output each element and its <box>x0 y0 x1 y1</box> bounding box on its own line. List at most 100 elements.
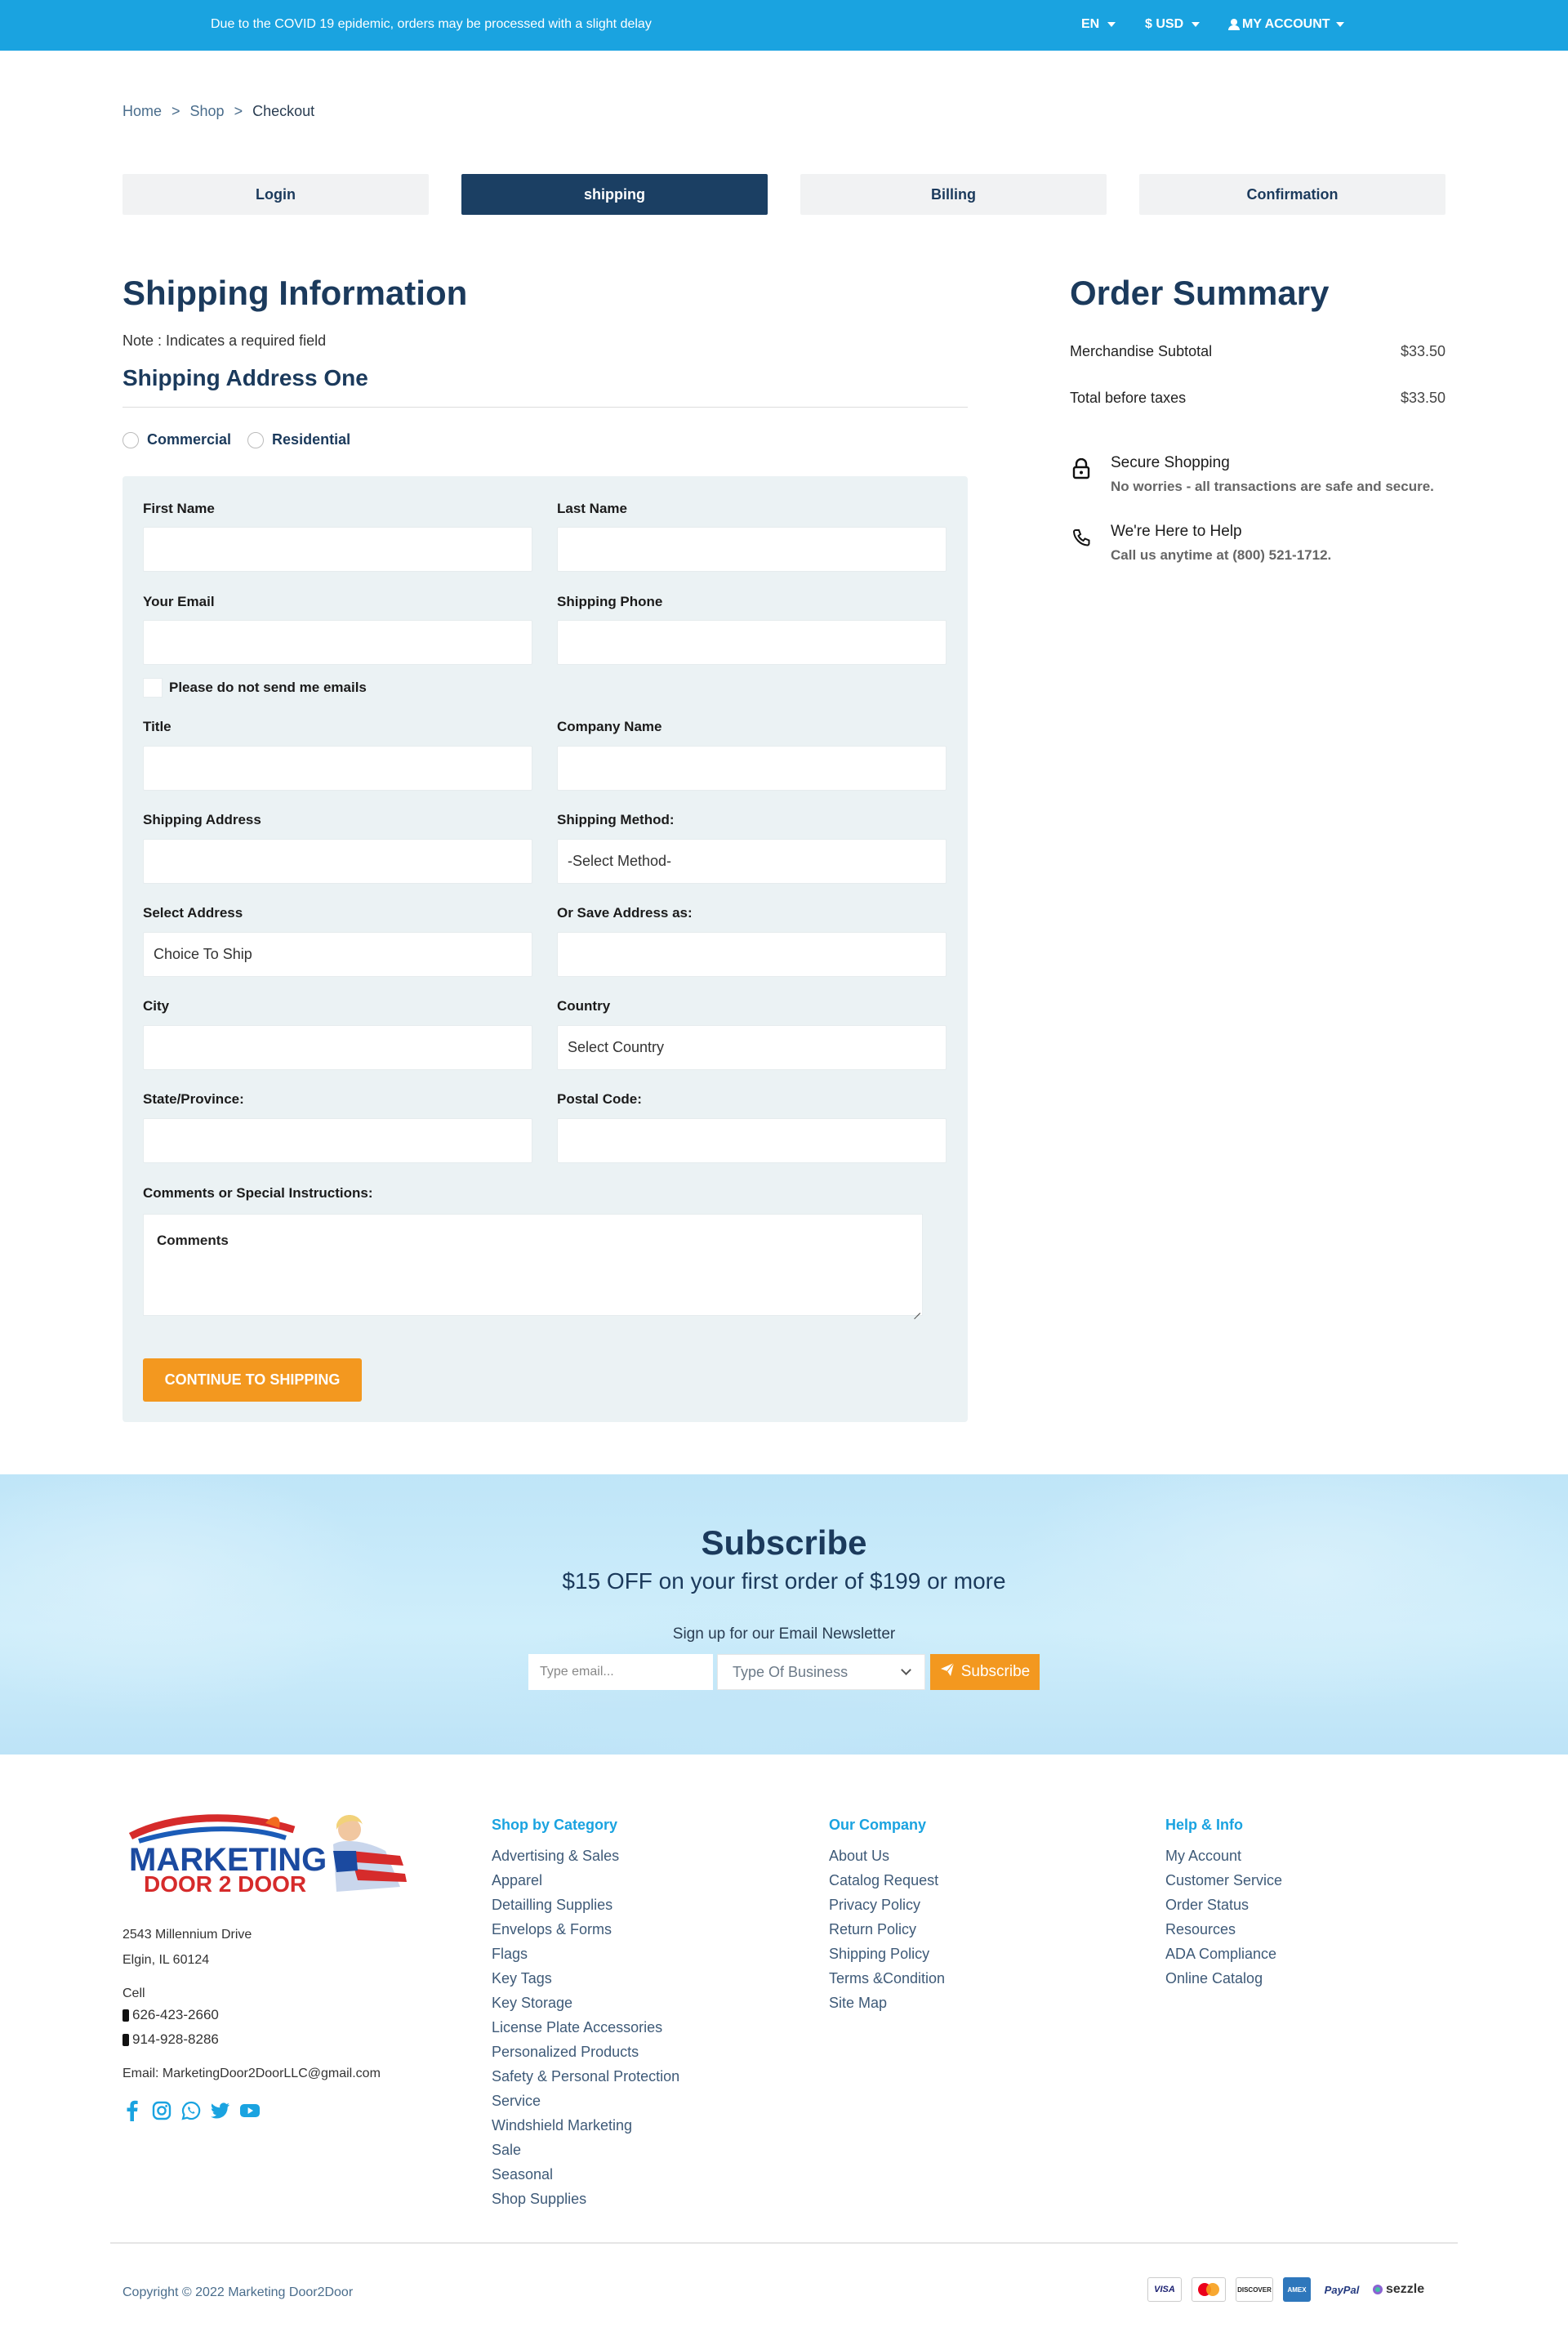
shipping-title: Shipping Information <box>122 274 468 312</box>
state-input[interactable] <box>143 1118 532 1163</box>
email-input[interactable] <box>143 620 532 665</box>
footer-link[interactable]: Advertising & Sales <box>492 1844 679 1868</box>
footer-link[interactable]: Envelops & Forms <box>492 1917 679 1942</box>
phone-2[interactable]: 914-928-8286 <box>122 2031 219 2048</box>
footer-link[interactable]: Detailling Supplies <box>492 1893 679 1917</box>
footer-link[interactable]: Sale <box>492 2138 679 2162</box>
country-select[interactable]: Select Country <box>557 1025 947 1070</box>
footer-link[interactable]: Privacy Policy <box>829 1893 945 1917</box>
youtube-icon[interactable] <box>240 2101 260 2120</box>
paypal-icon: PayPal <box>1324 2283 1360 2296</box>
footer-link[interactable]: Site Map <box>829 1991 945 2015</box>
phone-label: Shipping Phone <box>557 594 663 609</box>
language-selector[interactable]: EN <box>1081 17 1116 32</box>
footer-link[interactable]: ADA Compliance <box>1165 1942 1282 1966</box>
footer-link[interactable]: Personalized Products <box>492 2040 679 2064</box>
comments-textarea[interactable]: Comments <box>143 1214 923 1316</box>
resize-handle-icon[interactable] <box>912 1305 920 1313</box>
continue-to-shipping-button[interactable]: CONTINUE TO SHIPPING <box>143 1358 362 1402</box>
help-title: We're Here to Help <box>1111 523 1242 540</box>
whatsapp-icon[interactable] <box>181 2101 201 2120</box>
cell-label: Cell <box>122 1986 145 2000</box>
company-label: Company Name <box>557 719 662 734</box>
footer-link[interactable]: Customer Service <box>1165 1868 1282 1893</box>
step-confirmation[interactable]: Confirmation <box>1139 174 1446 215</box>
currency-selector[interactable]: $ USD <box>1145 17 1200 32</box>
footer-link[interactable]: Order Status <box>1165 1893 1282 1917</box>
breadcrumb-shop[interactable]: Shop <box>190 103 225 120</box>
footer-link[interactable]: Terms &Condition <box>829 1966 945 1991</box>
account-menu[interactable]: MY ACCOUNT <box>1228 17 1344 32</box>
footer-link[interactable]: Seasonal <box>492 2162 679 2187</box>
address-type-group: Commercial Residential <box>122 431 350 448</box>
chevron-down-icon <box>1192 22 1200 27</box>
language-label: EN <box>1081 17 1100 31</box>
phone-2-number: 914-928-8286 <box>132 2031 219 2047</box>
last-name-input[interactable] <box>557 527 947 572</box>
select-address-label: Select Address <box>143 905 243 921</box>
footer-link[interactable]: Service <box>492 2089 679 2113</box>
radio-commercial[interactable]: Commercial <box>122 431 231 448</box>
breadcrumb-home[interactable]: Home <box>122 103 162 120</box>
save-address-input[interactable] <box>557 932 947 977</box>
step-shipping[interactable]: shipping <box>461 174 768 215</box>
shipping-address-input[interactable] <box>143 839 532 884</box>
payment-methods: VISA DISCOVER AMEX PayPal sezzle <box>1147 2277 1438 2302</box>
step-billing[interactable]: Billing <box>800 174 1107 215</box>
subscribe-button-label: Subscribe <box>960 1663 1031 1680</box>
postal-label: Postal Code: <box>557 1091 642 1107</box>
footer-link[interactable]: Apparel <box>492 1868 679 1893</box>
footer-link[interactable]: Shop Supplies <box>492 2187 679 2211</box>
subtotal-label: Merchandise Subtotal <box>1070 343 1213 359</box>
subscribe-title: Subscribe <box>701 1523 867 1562</box>
secure-shopping-info: Secure Shopping No worries - all transac… <box>1070 454 1434 495</box>
save-address-label: Or Save Address as: <box>557 905 693 921</box>
lock-icon <box>1070 454 1093 484</box>
footer-link[interactable]: Key Tags <box>492 1966 679 1991</box>
subscribe-email-input[interactable]: Type email... <box>528 1654 713 1690</box>
footer-link[interactable]: About Us <box>829 1844 945 1868</box>
footer-link[interactable]: Catalog Request <box>829 1868 945 1893</box>
country-label: Country <box>557 998 611 1014</box>
no-email-checkbox[interactable]: Please do not send me emails <box>143 678 367 698</box>
help-info: We're Here to Help Call us anytime at (8… <box>1070 523 1331 564</box>
footer-link[interactable]: Shipping Policy <box>829 1942 945 1966</box>
footer-link[interactable]: Key Storage <box>492 1991 679 2015</box>
mastercard-icon <box>1192 2277 1226 2302</box>
facebook-icon[interactable] <box>122 2100 142 2121</box>
footer-link[interactable]: Windshield Marketing <box>492 2113 679 2138</box>
footer-link[interactable]: Safety & Personal Protection <box>492 2064 679 2089</box>
phone-input[interactable] <box>557 620 947 665</box>
shipping-method-select[interactable]: -Select Method- <box>557 839 947 884</box>
footer-link[interactable]: Resources <box>1165 1917 1282 1942</box>
first-name-input[interactable] <box>143 527 532 572</box>
footer-link[interactable]: Return Policy <box>829 1917 945 1942</box>
select-address-select[interactable]: Choice To Ship <box>143 932 532 977</box>
postal-input[interactable] <box>557 1118 947 1163</box>
sezzle-icon: sezzle <box>1373 2277 1438 2302</box>
footer-link[interactable]: Online Catalog <box>1165 1966 1282 1991</box>
marketing-door2door-logo[interactable]: MARKETING DOOR 2 DOOR <box>122 1805 433 1903</box>
business-type-select[interactable]: Type Of Business <box>717 1654 925 1690</box>
top-bar: Due to the COVID 19 epidemic, orders may… <box>0 0 1568 51</box>
help-subtitle: Call us anytime at (800) 521-1712. <box>1111 547 1332 563</box>
subscribe-button[interactable]: Subscribe <box>930 1654 1040 1690</box>
address-line-2: Elgin, IL 60124 <box>122 1953 210 1967</box>
footer-link[interactable]: License Plate Accessories <box>492 2015 679 2040</box>
instagram-icon[interactable] <box>152 2101 172 2120</box>
footer-email[interactable]: Email: MarketingDoor2DoorLLC@gmail.com <box>122 2067 381 2081</box>
phone-1[interactable]: 626-423-2660 <box>122 2007 219 2023</box>
radio-residential[interactable]: Residential <box>247 431 350 448</box>
shipping-form: First Name Last Name Your Email Shipping… <box>122 476 968 1422</box>
footer-link[interactable]: My Account <box>1165 1844 1282 1868</box>
required-note: Note : Indicates a required field <box>122 332 327 349</box>
title-input[interactable] <box>143 746 532 791</box>
email-label: Your Email <box>143 594 215 609</box>
checkbox-box[interactable] <box>143 678 163 698</box>
footer-help-column: Help & Info My Account Customer Service … <box>1165 1817 1282 1991</box>
company-input[interactable] <box>557 746 947 791</box>
step-login[interactable]: Login <box>122 174 429 215</box>
footer-link[interactable]: Flags <box>492 1942 679 1966</box>
city-input[interactable] <box>143 1025 532 1070</box>
twitter-icon[interactable] <box>211 2101 230 2120</box>
